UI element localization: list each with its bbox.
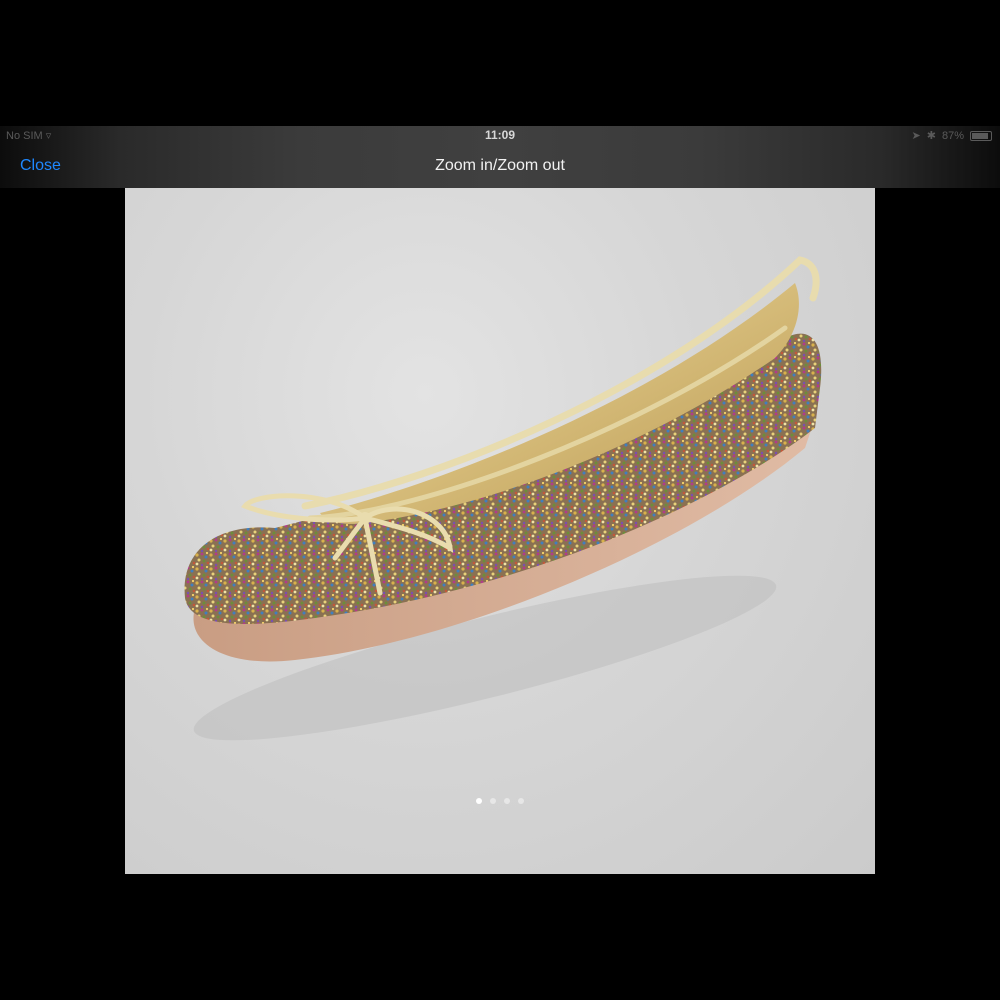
glitter-ballet-flat-image <box>184 256 822 741</box>
page-indicator[interactable] <box>125 798 875 804</box>
navigation-bar: Close Zoom in/Zoom out <box>0 146 1000 188</box>
status-bar: No SIM ▿ 11:09 ➤ ✱ 87% <box>0 126 1000 146</box>
battery-percent: 87% <box>941 129 964 142</box>
product-photo[interactable] <box>125 188 875 874</box>
page-dot[interactable] <box>504 798 510 804</box>
status-time: 11:09 <box>484 128 516 142</box>
page-dot[interactable] <box>518 798 524 804</box>
page-dot[interactable] <box>490 798 496 804</box>
location-icon: ➤ <box>911 130 921 142</box>
status-right: ➤ ✱ 87% <box>912 129 992 142</box>
page-dot[interactable] <box>476 798 482 804</box>
bluetooth-icon: ✱ <box>926 130 936 142</box>
battery-fill <box>972 132 988 139</box>
page-title: Zoom in/Zoom out <box>435 157 565 174</box>
battery-icon <box>970 130 992 141</box>
